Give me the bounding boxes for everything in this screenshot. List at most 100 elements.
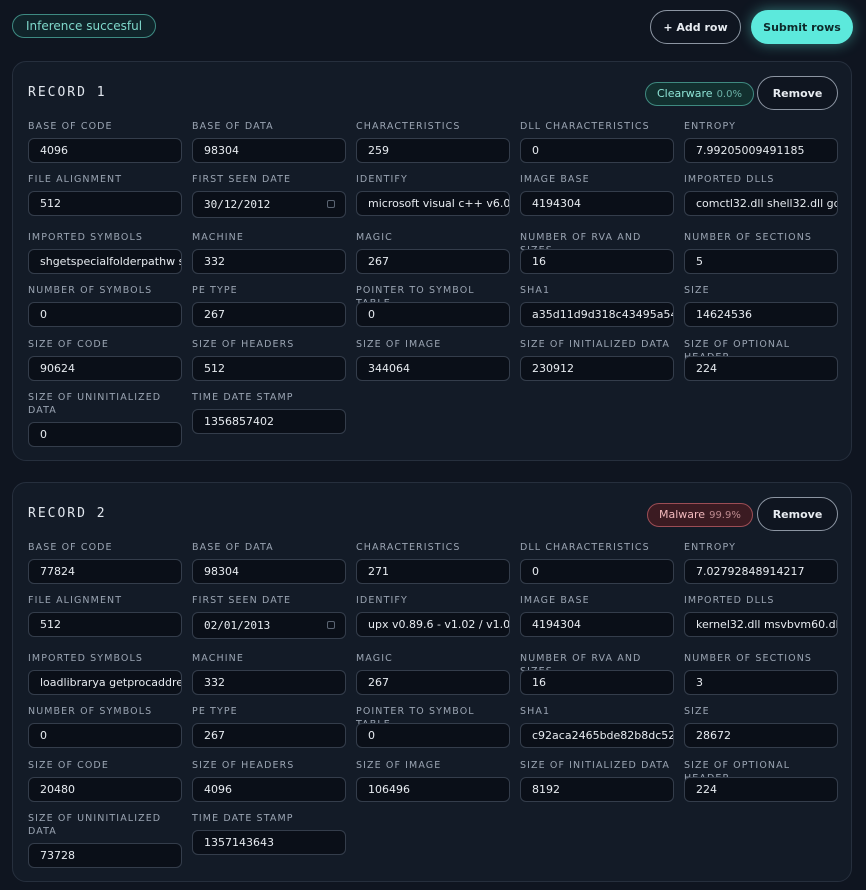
field-value: 3 [696, 676, 703, 689]
number-of-symbols-input[interactable]: 0 [28, 723, 182, 748]
imported-symbols-input[interactable]: loadlibrarya getprocaddress [28, 670, 182, 695]
imported-dlls-input[interactable]: kernel32.dll msvbvm60.dll [684, 612, 838, 637]
field-value: 259 [368, 144, 389, 157]
identify-input[interactable]: microsoft visual c++ v6.0 m [356, 191, 510, 216]
field-label: FIRST SEEN DATE [192, 174, 292, 185]
field-label: MACHINE [192, 653, 244, 664]
imported-symbols-input[interactable]: shgetspecialfolderpathw sh [28, 249, 182, 274]
field-first-seen-date: FIRST SEEN DATE 02/01/2013 [192, 594, 346, 639]
size-input[interactable]: 14624536 [684, 302, 838, 327]
calendar-icon[interactable] [327, 200, 335, 208]
field-pointer-to-symbol-table: POINTER TO SYMBOL TABLE0 [356, 284, 510, 327]
field-value: 267 [368, 255, 389, 268]
field-label: BASE OF CODE [28, 121, 113, 132]
magic-input[interactable]: 267 [356, 249, 510, 274]
size-of-image-input[interactable]: 344064 [356, 356, 510, 381]
field-label: SIZE OF UNINITIALIZED DATA [28, 392, 162, 416]
machine-input[interactable]: 332 [192, 249, 346, 274]
field-label: NUMBER OF SECTIONS [684, 653, 813, 664]
field-value: 20480 [40, 783, 75, 796]
first-seen-date-input[interactable]: 02/01/2013 [192, 612, 346, 639]
time-date-stamp-input[interactable]: 1356857402 [192, 409, 346, 434]
pointer-to-symbol-table-input[interactable]: 0 [356, 302, 510, 327]
field-label: NUMBER OF SECTIONS [684, 232, 813, 243]
number-of-rva-and-sizes-input[interactable]: 16 [520, 670, 674, 695]
number-of-rva-and-sizes-input[interactable]: 16 [520, 249, 674, 274]
entropy-input[interactable]: 7.02792848914217 [684, 559, 838, 584]
field-label: BASE OF CODE [28, 542, 113, 553]
imported-dlls-input[interactable]: comctl32.dll shell32.dll gdi3 [684, 191, 838, 216]
field-value: 224 [696, 362, 717, 375]
size-of-headers-input[interactable]: 512 [192, 356, 346, 381]
characteristics-input[interactable]: 259 [356, 138, 510, 163]
size-of-headers-input[interactable]: 4096 [192, 777, 346, 802]
remove-record-button[interactable]: Remove [757, 76, 838, 110]
size-input[interactable]: 28672 [684, 723, 838, 748]
file-alignment-input[interactable]: 512 [28, 612, 182, 637]
sha1-input[interactable]: a35d11d9d318c43495a545 [520, 302, 674, 327]
field-label: IMPORTED SYMBOLS [28, 232, 144, 243]
field-label: TIME DATE STAMP [192, 392, 294, 403]
time-date-stamp-input[interactable]: 1357143643 [192, 830, 346, 855]
size-of-optional-header-input[interactable]: 224 [684, 356, 838, 381]
magic-input[interactable]: 267 [356, 670, 510, 695]
base-of-data-input[interactable]: 98304 [192, 559, 346, 584]
field-value: 0 [368, 729, 375, 742]
submit-rows-button[interactable]: Submit rows [751, 10, 853, 44]
size-of-code-input[interactable]: 90624 [28, 356, 182, 381]
record-title: RECORD 2 [28, 506, 107, 521]
base-of-code-input[interactable]: 77824 [28, 559, 182, 584]
field-imported-symbols: IMPORTED SYMBOLS shgetspecialfolderpathw … [28, 231, 182, 274]
field-base-of-data: BASE OF DATA 98304 [192, 541, 346, 584]
size-of-optional-header-input[interactable]: 224 [684, 777, 838, 802]
image-base-input[interactable]: 4194304 [520, 191, 674, 216]
field-value: 332 [204, 676, 225, 689]
field-number-of-symbols: NUMBER OF SYMBOLS 0 [28, 705, 182, 748]
add-row-button[interactable]: + Add row [650, 10, 741, 44]
entropy-input[interactable]: 7.99205009491185 [684, 138, 838, 163]
field-value: a35d11d9d318c43495a545 [532, 308, 674, 321]
verdict-badge: Clearware 0.0% [645, 82, 754, 106]
field-label: PE TYPE [192, 706, 238, 717]
remove-record-button[interactable]: Remove [757, 497, 838, 531]
size-of-uninitialized-data-input[interactable]: 73728 [28, 843, 182, 868]
base-of-code-input[interactable]: 4096 [28, 138, 182, 163]
first-seen-date-input[interactable]: 30/12/2012 [192, 191, 346, 218]
sha1-input[interactable]: c92aca2465bde82b8dc528 [520, 723, 674, 748]
dll-characteristics-input[interactable]: 0 [520, 138, 674, 163]
number-of-sections-input[interactable]: 5 [684, 249, 838, 274]
pointer-to-symbol-table-input[interactable]: 0 [356, 723, 510, 748]
field-value: 0 [40, 428, 47, 441]
characteristics-input[interactable]: 271 [356, 559, 510, 584]
field-label: IMAGE BASE [520, 174, 590, 185]
field-value: 344064 [368, 362, 410, 375]
field-label: SIZE OF HEADERS [192, 760, 295, 771]
field-size-of-uninitialized-data: SIZE OF UNINITIALIZED DATA 0 [28, 391, 182, 447]
image-base-input[interactable]: 4194304 [520, 612, 674, 637]
number-of-symbols-input[interactable]: 0 [28, 302, 182, 327]
field-label: MAGIC [356, 653, 393, 664]
pe-type-input[interactable]: 267 [192, 723, 346, 748]
number-of-sections-input[interactable]: 3 [684, 670, 838, 695]
base-of-data-input[interactable]: 98304 [192, 138, 346, 163]
size-of-initialized-data-input[interactable]: 8192 [520, 777, 674, 802]
size-of-initialized-data-input[interactable]: 230912 [520, 356, 674, 381]
field-characteristics: CHARACTERISTICS 259 [356, 120, 510, 163]
size-of-image-input[interactable]: 106496 [356, 777, 510, 802]
field-number-of-symbols: NUMBER OF SYMBOLS 0 [28, 284, 182, 327]
size-of-code-input[interactable]: 20480 [28, 777, 182, 802]
field-value: 14624536 [696, 308, 752, 321]
field-label: IMPORTED SYMBOLS [28, 653, 144, 664]
identify-input[interactable]: upx v0.89.6 - v1.02 / v1.05 [356, 612, 510, 637]
calendar-icon[interactable] [327, 621, 335, 629]
file-alignment-input[interactable]: 512 [28, 191, 182, 216]
pe-type-input[interactable]: 267 [192, 302, 346, 327]
dll-characteristics-input[interactable]: 0 [520, 559, 674, 584]
field-value: loadlibrarya getprocaddress [40, 676, 182, 689]
field-label: SHA1 [520, 706, 551, 717]
machine-input[interactable]: 332 [192, 670, 346, 695]
field-value: c92aca2465bde82b8dc528 [532, 729, 674, 742]
field-value: 271 [368, 565, 389, 578]
size-of-uninitialized-data-input[interactable]: 0 [28, 422, 182, 447]
field-value: kernel32.dll msvbvm60.dll [696, 618, 838, 631]
